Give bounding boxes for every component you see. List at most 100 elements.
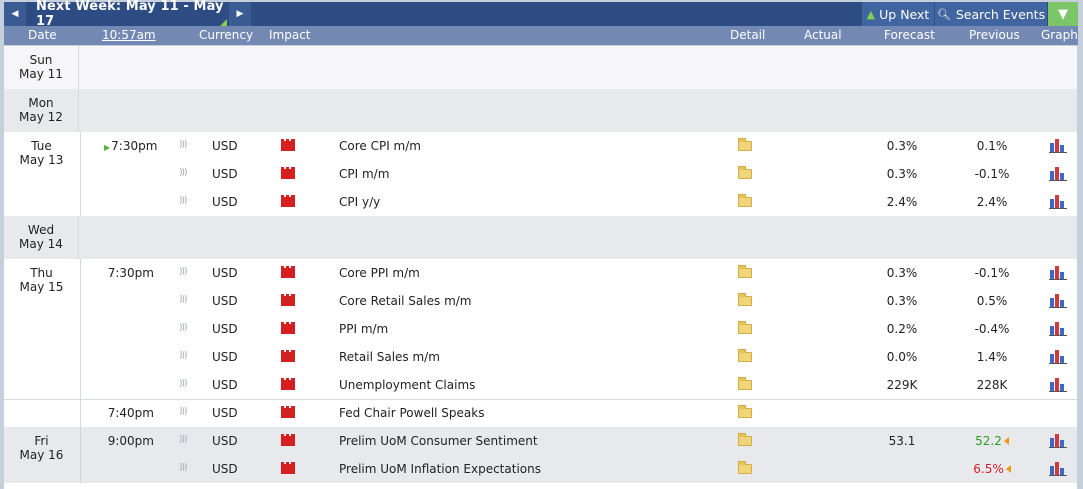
filter-icon: ▼ — [1058, 6, 1068, 22]
week-title[interactable]: Next Week: May 11 - May 17 — [28, 0, 227, 29]
high-impact-icon — [281, 434, 295, 446]
detail-folder-icon[interactable] — [738, 349, 752, 362]
event-currency: USD — [212, 294, 238, 308]
detail-folder-icon[interactable] — [738, 461, 752, 474]
table-row[interactable]: ))) USD Core Retail Sales m/m 0.3% 0.5% — [4, 287, 1077, 315]
sound-icon[interactable]: ))) — [179, 196, 187, 206]
sound-icon[interactable]: ))) — [179, 295, 187, 305]
table-row[interactable]: 9:00pm ))) USD Prelim UoM Consumer Senti… — [4, 427, 1077, 455]
high-impact-icon — [281, 294, 295, 306]
sound-icon[interactable]: ))) — [179, 140, 187, 150]
event-title[interactable]: Core Retail Sales m/m — [339, 294, 472, 308]
week-navigation-bar: ◀ Next Week: May 11 - May 17 ▶ ▲ Up Next … — [4, 0, 1078, 29]
graph-icon[interactable] — [1049, 461, 1067, 476]
event-title[interactable]: CPI m/m — [339, 167, 389, 181]
event-currency: USD — [212, 167, 238, 181]
event-forecast: 53.1 — [888, 434, 916, 448]
detail-folder-icon[interactable] — [738, 138, 752, 151]
detail-folder-icon[interactable] — [738, 321, 752, 334]
graph-icon[interactable] — [1049, 166, 1067, 181]
revision-marker-icon[interactable] — [1003, 437, 1009, 445]
detail-folder-icon[interactable] — [738, 265, 752, 278]
sound-icon[interactable]: ))) — [179, 168, 187, 178]
detail-folder-icon[interactable] — [738, 405, 752, 418]
event-time: 9:00pm — [107, 434, 154, 448]
table-row[interactable]: ))) USD Retail Sales m/m 0.0% 1.4% — [4, 343, 1077, 371]
event-forecast: 0.3% — [886, 167, 918, 181]
table-row[interactable]: ))) USD CPI y/y 2.4% 2.4% — [4, 188, 1077, 216]
previous-week-button[interactable]: ◀ — [4, 2, 26, 26]
high-impact-icon — [281, 322, 295, 334]
event-currency: USD — [212, 406, 238, 420]
sound-icon[interactable]: ))) — [179, 435, 187, 445]
event-forecast: 2.4% — [886, 195, 918, 209]
table-row[interactable]: ))) USD PPI m/m 0.2% -0.4% — [4, 315, 1077, 343]
table-row[interactable]: ))) USD CPI m/m 0.3% -0.1% — [4, 160, 1077, 188]
high-impact-icon — [281, 406, 295, 418]
graph-icon[interactable] — [1049, 293, 1067, 308]
column-header: Date 10:57am Currency Impact Detail Actu… — [4, 26, 1078, 45]
event-title[interactable]: Fed Chair Powell Speaks — [339, 406, 484, 420]
play-icon: ▶ — [104, 143, 111, 152]
detail-folder-icon[interactable] — [738, 377, 752, 390]
next-week-button[interactable]: ▶ — [229, 2, 251, 26]
table-row[interactable]: ))) USD Prelim UoM Inflation Expectation… — [4, 455, 1077, 483]
event-title[interactable]: Prelim UoM Inflation Expectations — [339, 462, 541, 476]
high-impact-icon — [281, 195, 295, 207]
high-impact-icon — [281, 139, 295, 151]
table-row[interactable]: ▶7:30pm ))) USD Core CPI m/m 0.3% 0.1% — [4, 132, 1077, 160]
detail-folder-icon[interactable] — [738, 194, 752, 207]
graph-icon[interactable] — [1049, 138, 1067, 153]
event-title[interactable]: Core PPI m/m — [339, 266, 420, 280]
detail-folder-icon[interactable] — [738, 293, 752, 306]
graph-icon[interactable] — [1049, 433, 1067, 448]
event-title[interactable]: PPI m/m — [339, 322, 388, 336]
graph-icon[interactable] — [1049, 321, 1067, 336]
event-previous: 1.4% — [976, 350, 1008, 364]
event-time: 7:40pm — [107, 406, 154, 420]
sound-icon[interactable]: ))) — [179, 379, 187, 389]
search-icon: 🔍︎ — [936, 7, 951, 21]
table-row[interactable]: ))) USD Unemployment Claims 229K 228K — [4, 371, 1077, 399]
event-previous: -0.1% — [974, 266, 1010, 280]
event-forecast: 229K — [886, 378, 918, 392]
sound-icon[interactable]: ))) — [179, 323, 187, 333]
detail-folder-icon[interactable] — [738, 166, 752, 179]
day-row-empty: Wed May 14 — [4, 216, 1077, 259]
sound-icon[interactable]: ))) — [179, 407, 187, 417]
header-forecast: Forecast — [884, 28, 935, 42]
graph-icon[interactable] — [1049, 265, 1067, 280]
event-title[interactable]: Retail Sales m/m — [339, 350, 440, 364]
day-row-empty: Sun May 11 — [4, 46, 1077, 89]
detail-folder-icon[interactable] — [738, 433, 752, 446]
event-currency: USD — [212, 139, 238, 153]
revision-marker-icon[interactable] — [1005, 465, 1011, 473]
high-impact-icon — [281, 350, 295, 362]
sound-icon[interactable]: ))) — [179, 351, 187, 361]
high-impact-icon — [281, 462, 295, 474]
table-row[interactable]: 7:30pm ))) USD Core PPI m/m 0.3% -0.1% — [4, 259, 1077, 287]
corner-marker-icon — [220, 19, 227, 26]
header-graph: Graph — [1041, 28, 1078, 42]
graph-icon[interactable] — [1049, 349, 1067, 364]
graph-icon[interactable] — [1049, 194, 1067, 209]
graph-icon[interactable] — [1049, 377, 1067, 392]
sound-icon[interactable]: ))) — [179, 267, 187, 277]
event-forecast: 0.3% — [886, 294, 918, 308]
up-next-button[interactable]: ▲ Up Next — [862, 2, 934, 26]
event-currency: USD — [212, 350, 238, 364]
header-current-time[interactable]: 10:57am — [102, 28, 156, 42]
event-title[interactable]: CPI y/y — [339, 195, 380, 209]
table-row[interactable]: 7:40pm ))) USD Fed Chair Powell Speaks — [4, 399, 1077, 427]
filter-button[interactable]: ▼ — [1048, 2, 1078, 26]
event-title[interactable]: Unemployment Claims — [339, 378, 475, 392]
day-label: Mon May 12 — [4, 89, 79, 132]
triangle-right-icon: ▶ — [236, 9, 244, 19]
event-title[interactable]: Prelim UoM Consumer Sentiment — [339, 434, 538, 448]
event-title[interactable]: Core CPI m/m — [339, 139, 421, 153]
event-currency: USD — [212, 462, 238, 476]
sound-icon[interactable]: ))) — [179, 463, 187, 473]
event-time: 7:30pm — [107, 266, 154, 280]
search-events-button[interactable]: 🔍︎ Search Events — [935, 2, 1047, 26]
event-forecast: 0.3% — [886, 266, 918, 280]
